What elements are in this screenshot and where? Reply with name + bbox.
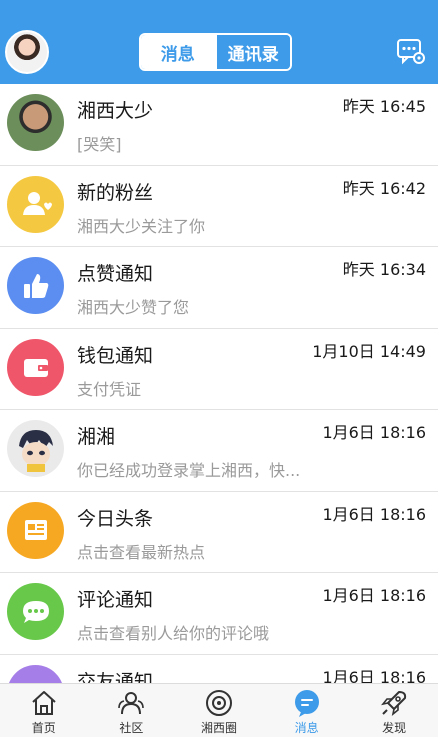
message-icon: [294, 690, 319, 717]
tab-contacts[interactable]: 通讯录: [214, 35, 290, 69]
new-follower-icon: [7, 175, 64, 233]
message-title: 钱包通知: [77, 344, 154, 367]
message-preview: [哭笑]: [77, 135, 122, 154]
message-title: 评论通知: [77, 589, 154, 611]
thumbs-up-icon: [7, 257, 64, 314]
message-preview: 点击查看别人给你的评论哦: [77, 624, 270, 643]
message-title: 点赞通知: [77, 263, 154, 285]
mascot-avatar: [7, 420, 64, 477]
segmented-control: 消息 通讯录: [139, 33, 292, 71]
list-item[interactable]: 点赞通知 湘西大少赞了您 昨天 16:34: [0, 247, 438, 329]
top-bar: 消息 通讯录: [0, 0, 438, 84]
profile-avatar[interactable]: [5, 30, 49, 74]
discover-icon: [381, 691, 407, 716]
message-time: 1月6日 18:16: [322, 667, 426, 684]
list-item[interactable]: 交友通知 1月6日 18:16: [0, 655, 438, 684]
message-time: 昨天 16:45: [342, 97, 426, 116]
list-item[interactable]: 钱包通知 支付凭证 1月10日 14:49: [0, 329, 438, 410]
tab-label: 湘西圈: [200, 721, 237, 735]
bottom-tab-bar: 首页 社区 湘西圈 消息 发现: [0, 683, 438, 737]
list-item[interactable]: 新的粉丝 湘西大少关注了你 昨天 16:42: [0, 166, 438, 247]
message-time: 1月6日 18:16: [322, 586, 426, 605]
list-item[interactable]: 今日头条 点击查看最新热点 1月6日 18:16: [0, 492, 438, 573]
message-time: 昨天 16:34: [342, 260, 426, 279]
message-time: 1月10日 14:49: [312, 341, 426, 361]
message-settings-icon[interactable]: [396, 36, 426, 66]
tab-discover[interactable]: 发现: [350, 684, 438, 737]
message-list: 湘西大少 [哭笑] 昨天 16:45 新的粉丝 湘西大少关注了你 昨天 16:4…: [0, 84, 438, 683]
list-item[interactable]: 评论通知 点击查看别人给你的评论哦 1月6日 18:16: [0, 573, 438, 655]
message-time: 1月6日 18:16: [322, 423, 426, 442]
message-title: 今日头条: [77, 507, 154, 530]
message-preview: 支付凭证: [77, 379, 142, 399]
tab-label: 社区: [119, 721, 144, 735]
circle-icon: [205, 690, 232, 716]
tab-messages-nav[interactable]: 消息: [263, 684, 351, 737]
message-preview: 你已经成功登录掌上湘西，快...: [77, 461, 301, 480]
message-title: 湘湘: [77, 426, 116, 448]
message-time: 1月6日 18:16: [322, 504, 426, 524]
message-title: 湘西大少: [77, 100, 154, 122]
message-time: 昨天 16:42: [342, 178, 426, 198]
message-title: 交友通知: [77, 670, 154, 684]
tab-label: 消息: [294, 721, 319, 735]
message-title: 新的粉丝: [77, 181, 154, 204]
tab-community[interactable]: 社区: [88, 684, 176, 737]
list-item[interactable]: 湘湘 你已经成功登录掌上湘西，快... 1月6日 18:16: [0, 410, 438, 492]
tab-home[interactable]: 首页: [0, 684, 88, 737]
home-icon: [32, 691, 56, 715]
tab-label: 首页: [31, 721, 56, 735]
message-preview: 湘西大少赞了您: [77, 298, 190, 317]
user-avatar: [7, 94, 64, 151]
list-item[interactable]: 湘西大少 [哭笑] 昨天 16:45: [0, 84, 438, 166]
tab-circle[interactable]: 湘西圈: [175, 684, 263, 737]
message-preview: 湘西大少关注了你: [77, 216, 206, 236]
wallet-icon: [7, 338, 64, 396]
community-icon: [118, 692, 145, 715]
newspaper-icon: [7, 501, 64, 559]
message-preview: 点击查看最新热点: [77, 542, 206, 562]
tab-messages[interactable]: 消息: [141, 35, 215, 69]
comment-icon: [7, 583, 64, 640]
tab-label: 发现: [382, 721, 407, 735]
friend-icon: [7, 664, 64, 683]
